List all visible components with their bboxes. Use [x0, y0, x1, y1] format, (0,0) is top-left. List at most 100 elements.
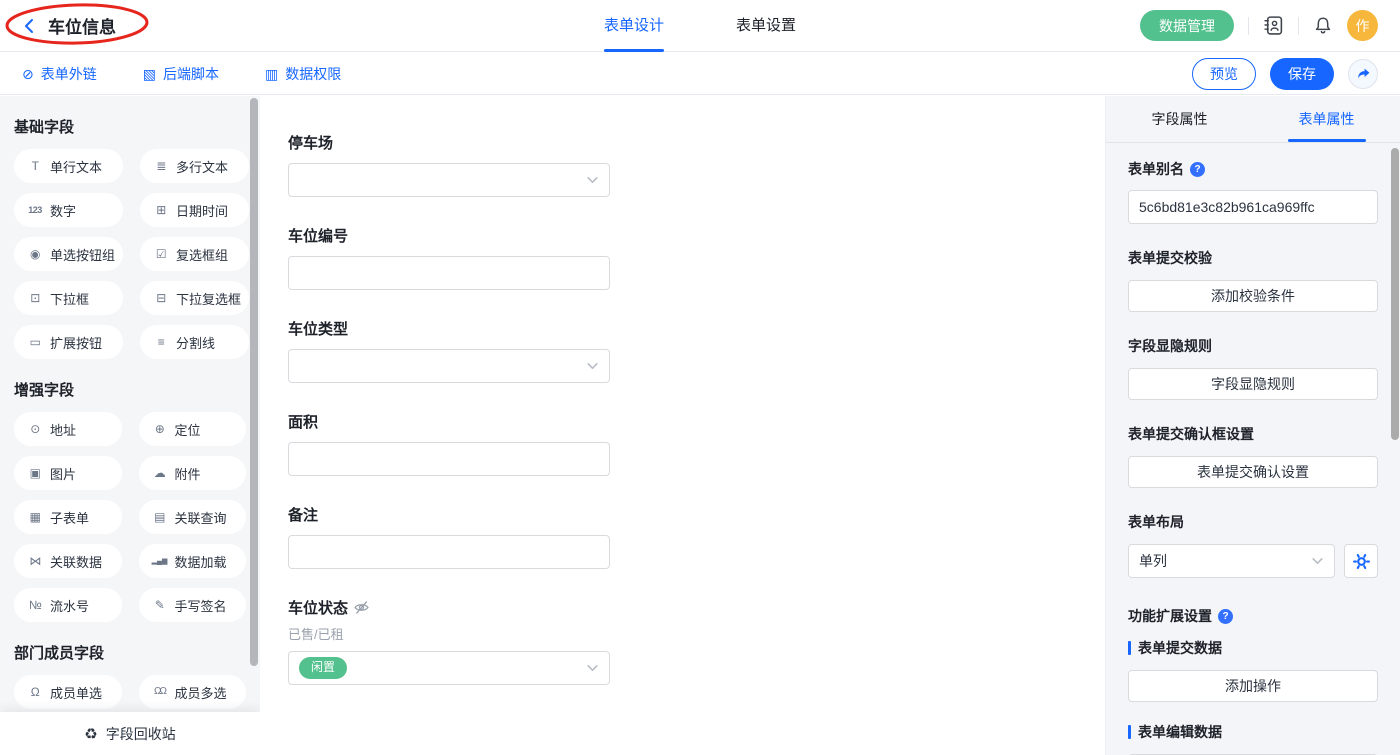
palette-item-location[interactable]: ⊕ 定位 [139, 412, 247, 446]
submit-confirm-button[interactable]: 表单提交确认设置 [1128, 456, 1378, 488]
field-area[interactable]: 面积 [288, 411, 610, 476]
tab-form-properties[interactable]: 表单属性 [1253, 96, 1400, 142]
field-sublabel: 已售/已租 [288, 624, 610, 643]
form-layout-label: 表单布局 [1128, 512, 1378, 532]
palette-item-checkbox-group[interactable]: ☑ 复选框组 [140, 237, 249, 271]
extension-settings-label: 功能扩展设置 [1128, 606, 1212, 626]
checkbox-group-icon: ☑ [153, 248, 169, 260]
palette-item-subform[interactable]: ▦ 子表单 [14, 500, 122, 534]
palette-item-single-line-text[interactable]: T 单行文本 [14, 149, 123, 183]
avatar[interactable]: 作 [1347, 10, 1378, 41]
location-icon: ⊕ [152, 423, 168, 435]
area-input[interactable] [288, 442, 610, 476]
tab-form-settings[interactable]: 表单设置 [736, 0, 796, 52]
address-icon: ⊙ [27, 423, 43, 435]
data-load-icon: ▂▄▆ [152, 558, 168, 565]
palette-item-linked-data[interactable]: ⋈ 关联数据 [14, 544, 122, 578]
recycle-label: 字段回收站 [106, 724, 176, 744]
chevron-down-icon [1311, 555, 1324, 568]
linked-query-icon: ▤ [152, 511, 168, 523]
remark-input[interactable] [288, 535, 610, 569]
tab-field-properties[interactable]: 字段属性 [1106, 96, 1253, 142]
contact-book-icon[interactable] [1263, 15, 1284, 36]
data-permission-icon: ▥ [265, 67, 278, 81]
palette-item-extend-button[interactable]: ▭ 扩展按钮 [14, 325, 123, 359]
field-space-status[interactable]: 车位状态 已售/已租 闲置 [288, 597, 610, 685]
form-alias-label: 表单别名 [1128, 159, 1184, 179]
palette-item-data-load[interactable]: ▂▄▆ 数据加载 [139, 544, 247, 578]
number-icon: 123 [27, 206, 43, 215]
member-multi-icon: ΩΩ [152, 687, 168, 697]
data-manage-button[interactable]: 数据管理 [1140, 10, 1234, 41]
field-space-number[interactable]: 车位编号 [288, 225, 610, 290]
single-line-text-icon: T [27, 160, 43, 172]
tab-form-design[interactable]: 表单设计 [604, 0, 664, 52]
space-status-select[interactable]: 闲置 [288, 651, 610, 685]
palette-item-address[interactable]: ⊙ 地址 [14, 412, 122, 446]
chevron-down-icon [586, 360, 599, 373]
field-label: 车位编号 [288, 225, 610, 246]
palette-item-attachment[interactable]: ☁ 附件 [139, 456, 247, 490]
field-remark[interactable]: 备注 [288, 504, 610, 569]
form-canvas: 停车场 车位编号 车位类型 面积 [260, 96, 1105, 755]
signature-icon: ✎ [152, 599, 168, 611]
palette-item-datetime[interactable]: ⊞ 日期时间 [140, 193, 249, 227]
submit-data-add-button[interactable]: 添加操作 [1128, 670, 1378, 702]
field-space-type[interactable]: 车位类型 [288, 318, 610, 383]
help-icon[interactable]: ? [1190, 162, 1205, 177]
palette-item-image[interactable]: ▣ 图片 [14, 456, 122, 490]
palette-item-radio-group[interactable]: ◉ 单选按钮组 [14, 237, 123, 271]
palette-item-member-multi[interactable]: ΩΩ 成员多选 [139, 675, 247, 709]
parking-lot-select[interactable] [288, 163, 610, 197]
gear-icon [1353, 553, 1370, 570]
field-label: 面积 [288, 411, 610, 432]
palette-item-dropdown[interactable]: ⊡ 下拉框 [14, 281, 123, 315]
space-number-input[interactable] [288, 256, 610, 290]
toolbar-actions: 预览 保存 [1192, 58, 1378, 90]
bell-icon[interactable] [1313, 16, 1333, 36]
layout-value: 单列 [1139, 551, 1167, 571]
back-button[interactable] [22, 18, 38, 34]
palette-item-number[interactable]: 123 数字 [14, 193, 123, 227]
serial-number-icon: № [27, 599, 43, 611]
palette-item-multi-dropdown[interactable]: ⊟ 下拉复选框 [140, 281, 249, 315]
space-type-select[interactable] [288, 349, 610, 383]
properties-panel: 字段属性 表单属性 表单别名 ? 5c6bd81e3c82b961ca969ff… [1105, 96, 1400, 755]
form-alias-input[interactable]: 5c6bd81e3c82b961ca969ffc [1128, 190, 1378, 224]
palette-item-serial-number[interactable]: № 流水号 [14, 588, 122, 622]
help-icon[interactable]: ? [1218, 609, 1233, 624]
field-recycle-bin[interactable]: ♻ 字段回收站 [0, 712, 260, 755]
form-layout-select[interactable]: 单列 [1128, 544, 1335, 578]
page-title: 车位信息 [48, 13, 116, 38]
data-permission-button[interactable]: ▥ 数据权限 [265, 64, 341, 84]
backend-script-button[interactable]: ▧ 后端脚本 [143, 64, 219, 84]
save-button[interactable]: 保存 [1270, 58, 1334, 90]
visibility-rules-label: 字段显隐规则 [1128, 336, 1378, 356]
subform-icon: ▦ [27, 511, 43, 523]
status-tag: 闲置 [299, 657, 347, 679]
datetime-icon: ⊞ [153, 204, 169, 216]
palette-item-linked-query[interactable]: ▤ 关联查询 [139, 500, 247, 534]
add-check-condition-button[interactable]: 添加校验条件 [1128, 280, 1378, 312]
palette-item-signature[interactable]: ✎ 手写签名 [139, 588, 247, 622]
enhanced-fields-grid: ⊙ 地址 ⊕ 定位 ▣ 图片 ☁ 附件 ▦ 子表单 [14, 412, 246, 622]
palette-item-multi-line-text[interactable]: ≣ 多行文本 [140, 149, 249, 183]
visibility-rules-button[interactable]: 字段显隐规则 [1128, 368, 1378, 400]
field-parking-lot[interactable]: 停车场 [288, 132, 610, 197]
palette-item-member-single[interactable]: Ω 成员单选 [14, 675, 122, 709]
header-left: 车位信息 [0, 0, 116, 51]
divider [1248, 17, 1249, 35]
external-link-button[interactable]: ⊘ 表单外链 [22, 64, 97, 84]
field-label: 备注 [288, 504, 610, 525]
preview-button[interactable]: 预览 [1192, 58, 1256, 90]
external-link-label: 表单外链 [41, 64, 97, 84]
share-button[interactable] [1348, 59, 1378, 89]
panel-scrollbar[interactable] [1391, 148, 1399, 440]
sidebar-scrollbar[interactable] [250, 98, 258, 666]
linked-data-icon: ⋈ [27, 555, 43, 567]
section-title-member-fields: 部门成员字段 [14, 642, 246, 663]
backend-script-icon: ▧ [143, 67, 156, 81]
divider [1298, 17, 1299, 35]
palette-item-divider-line[interactable]: ≡ 分割线 [140, 325, 249, 359]
layout-settings-button[interactable] [1344, 544, 1378, 578]
